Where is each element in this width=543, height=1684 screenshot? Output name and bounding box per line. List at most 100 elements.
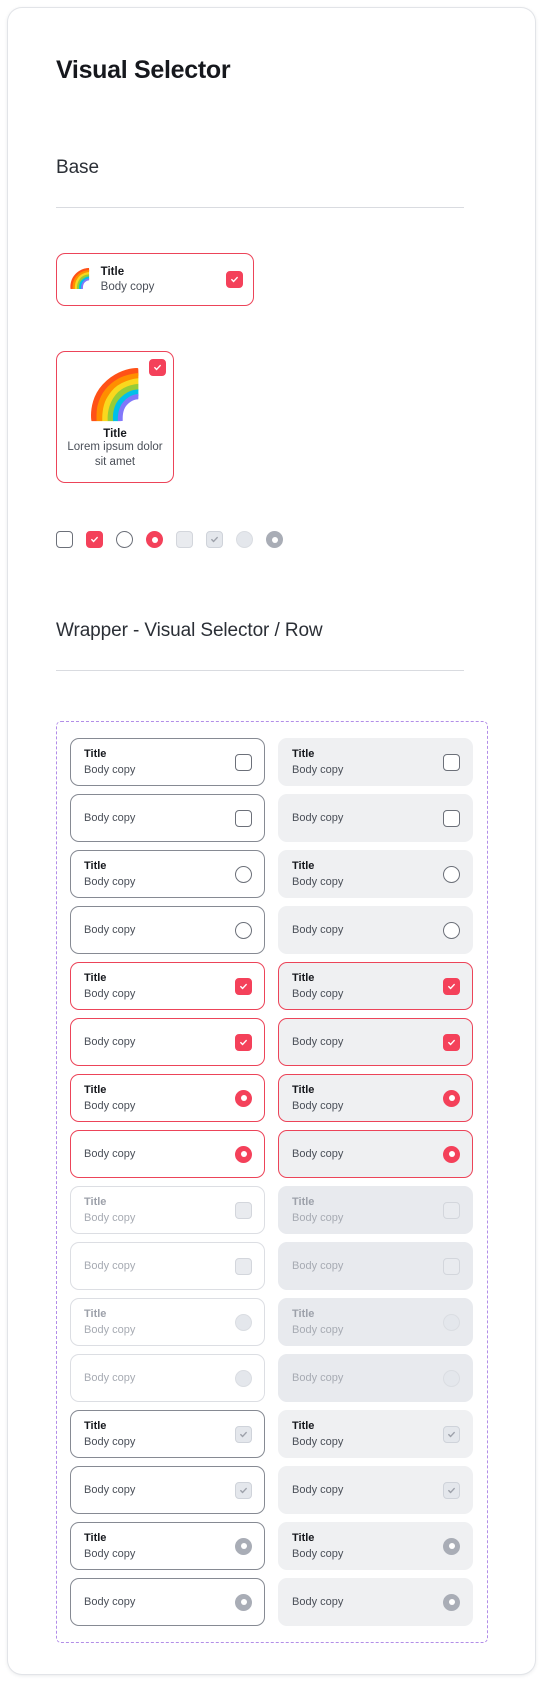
- radio-unchecked-disabled-icon: [235, 1313, 252, 1331]
- visual-selector-row-body: Body copy: [292, 875, 344, 888]
- visual-selector-row-title: Title: [84, 860, 107, 873]
- radio-checked-icon[interactable]: [443, 1089, 460, 1107]
- check-icon: [154, 364, 161, 371]
- radio-checked-disabled-swatch: [266, 531, 283, 548]
- checkbox-checked-icon[interactable]: [443, 1033, 460, 1051]
- checkbox-checked-disabled-icon: [443, 1481, 460, 1499]
- visual-selector-row[interactable]: Body copy: [278, 1130, 473, 1178]
- visual-selector-row[interactable]: Body copy: [278, 1018, 473, 1066]
- visual-selector-row[interactable]: Title Body copy: [70, 738, 265, 786]
- visual-selector-row-body: Body copy: [84, 1371, 136, 1384]
- visual-selector-row-title: Title: [84, 1084, 107, 1097]
- visual-selector-row-body: Body copy: [84, 1323, 136, 1336]
- checkbox-checked-icon[interactable]: [226, 271, 243, 288]
- visual-selector-row-text: Body copy: [84, 1595, 227, 1609]
- checkbox-checked-disabled-icon: [235, 1425, 252, 1443]
- radio-unchecked-icon[interactable]: [443, 865, 460, 883]
- visual-selector-row-text: Title Body copy: [292, 1083, 435, 1113]
- visual-selector-row[interactable]: Title Body copy: [70, 850, 265, 898]
- base-visual-selector-column-card[interactable]: 🌈 Title Lorem ipsum dolor sit amet: [56, 351, 174, 483]
- visual-selector-row[interactable]: Body copy: [278, 906, 473, 954]
- radio-checked-icon[interactable]: [235, 1089, 252, 1107]
- visual-selector-row-body: Body copy: [84, 1211, 136, 1224]
- radio-unchecked-disabled-icon: [235, 1369, 252, 1387]
- checkbox-checked-disabled-swatch: [206, 531, 223, 548]
- visual-selector-row[interactable]: Title Body copy: [278, 738, 473, 786]
- check-icon: [240, 1487, 247, 1493]
- visual-selector-row-text: Title Body copy: [84, 1307, 227, 1337]
- visual-selector-row-text: Title Body copy: [84, 1531, 227, 1561]
- section-divider-base: [56, 207, 464, 208]
- base-column-card-body: Lorem ipsum dolor sit amet: [67, 441, 163, 469]
- wrapper-row-grid: Title Body copy Title Body copy Body copy Bod…: [70, 738, 473, 1626]
- checkbox-unchecked-icon[interactable]: [235, 809, 252, 827]
- section-heading-wrapper: Wrapper - Visual Selector / Row: [56, 620, 323, 641]
- visual-selector-row-title: Title: [292, 1532, 315, 1545]
- visual-selector-row: Title Body copy: [70, 1186, 265, 1234]
- visual-selector-row: Title Body copy: [70, 1522, 265, 1570]
- checkbox-checked-icon[interactable]: [149, 359, 166, 376]
- check-icon: [448, 1431, 455, 1437]
- visual-selector-row[interactable]: Body copy: [70, 906, 265, 954]
- visual-selector-row[interactable]: Title Body copy: [70, 1074, 265, 1122]
- visual-selector-row-body: Body copy: [292, 1547, 344, 1560]
- base-column-card-title: Title: [103, 428, 127, 441]
- base-visual-selector-row-card[interactable]: 🌈 Title Body copy: [56, 253, 254, 306]
- visual-selector-row[interactable]: Title Body copy: [278, 962, 473, 1010]
- radio-unchecked-icon[interactable]: [443, 921, 460, 939]
- visual-selector-row-text: Title Body copy: [84, 859, 227, 889]
- visual-selector-row-body: Body copy: [84, 763, 136, 776]
- checkbox-unchecked-icon[interactable]: [443, 809, 460, 827]
- page-container: Visual Selector Base 🌈 Title Body copy 🌈…: [8, 8, 535, 1674]
- check-icon: [231, 276, 238, 283]
- visual-selector-row[interactable]: Title Body copy: [278, 850, 473, 898]
- radio-checked-icon[interactable]: [443, 1145, 460, 1163]
- checkbox-unchecked-disabled-icon: [443, 1201, 460, 1219]
- control-swatch-row: [56, 531, 495, 548]
- page-title: Visual Selector: [56, 56, 231, 84]
- visual-selector-row-text: Body copy: [292, 811, 435, 825]
- visual-selector-row-body: Body copy: [84, 1147, 136, 1160]
- visual-selector-row: Title Body copy: [278, 1298, 473, 1346]
- radio-checked-disabled-icon: [235, 1593, 252, 1611]
- radio-checked-icon[interactable]: [235, 1145, 252, 1163]
- checkbox-checked-icon[interactable]: [443, 977, 460, 995]
- check-icon: [448, 1487, 455, 1493]
- visual-selector-row[interactable]: Body copy: [70, 1018, 265, 1066]
- radio-unchecked-icon[interactable]: [235, 865, 252, 883]
- visual-selector-row[interactable]: Body copy: [70, 1130, 265, 1178]
- visual-selector-row[interactable]: Body copy: [70, 794, 265, 842]
- radio-checked-swatch[interactable]: [146, 531, 163, 548]
- visual-selector-row-title: Title: [84, 1308, 107, 1321]
- radio-unchecked-icon[interactable]: [235, 921, 252, 939]
- visual-selector-row-body: Body copy: [292, 1323, 344, 1336]
- visual-selector-row-body: Body copy: [292, 1595, 344, 1608]
- visual-selector-row-text: Body copy: [292, 1147, 435, 1161]
- checkbox-unchecked-disabled-swatch: [176, 531, 193, 548]
- radio-unchecked-swatch[interactable]: [116, 531, 133, 548]
- visual-selector-row-text: Body copy: [292, 1595, 435, 1609]
- checkbox-checked-icon[interactable]: [235, 1033, 252, 1051]
- visual-selector-row-text: Title Body copy: [84, 747, 227, 777]
- visual-selector-row[interactable]: Title Body copy: [70, 962, 265, 1010]
- visual-selector-row-body: Body copy: [292, 1099, 344, 1112]
- visual-selector-row-text: Body copy: [292, 1035, 435, 1049]
- visual-selector-row: Body copy: [278, 1354, 473, 1402]
- visual-selector-row[interactable]: Body copy: [278, 794, 473, 842]
- visual-selector-row-body: Body copy: [84, 1035, 136, 1048]
- checkbox-unchecked-icon[interactable]: [235, 753, 252, 771]
- checkbox-unchecked-swatch[interactable]: [56, 531, 73, 548]
- visual-selector-row[interactable]: Title Body copy: [278, 1074, 473, 1122]
- checkbox-checked-icon[interactable]: [235, 977, 252, 995]
- checkbox-unchecked-icon[interactable]: [443, 753, 460, 771]
- visual-selector-row-text: Body copy: [84, 1259, 227, 1273]
- radio-checked-disabled-icon: [443, 1537, 460, 1555]
- checkbox-checked-swatch[interactable]: [86, 531, 103, 548]
- base-row-card-body: Body copy: [100, 281, 155, 293]
- base-row-card-title: Title: [100, 265, 125, 278]
- base-row-card-text: Title Body copy: [101, 265, 217, 295]
- visual-selector-row-title: Title: [84, 1532, 107, 1545]
- visual-selector-row-text: Title Body copy: [292, 971, 435, 1001]
- visual-selector-row-body: Body copy: [292, 1211, 344, 1224]
- visual-selector-row-text: Body copy: [292, 923, 435, 937]
